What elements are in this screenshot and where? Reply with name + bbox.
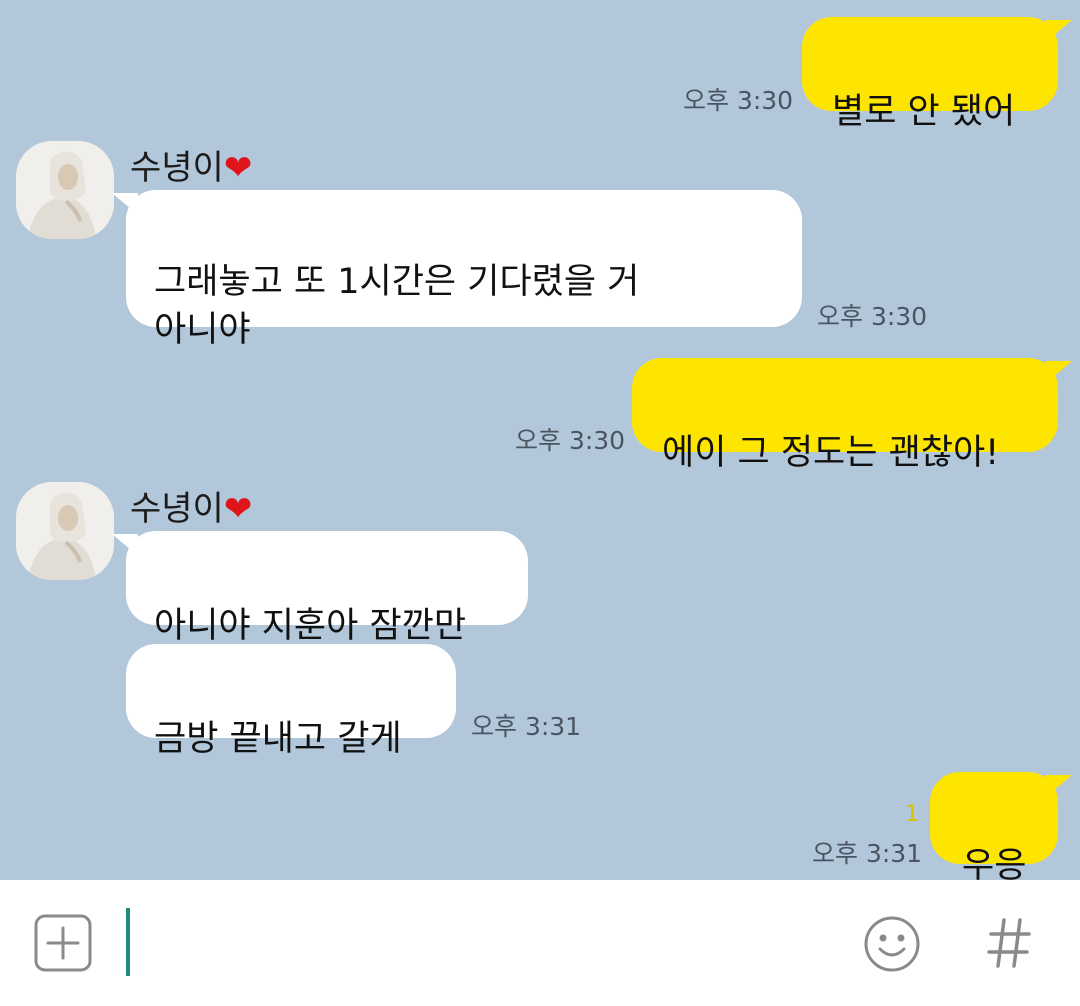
message-time: 오후 3:30 [683,86,794,115]
emoji-button[interactable] [862,914,922,974]
heart-icon: ❤ [223,148,253,188]
message-text: 금방 끝내고 갈게 [154,719,402,759]
their-message-bubble[interactable]: 금방 끝내고 갈게 [126,644,456,759]
their-message-bubble[interactable]: 아니야 지훈아 잠깐만 [126,531,528,646]
my-message-bubble[interactable]: 에이 그 정도는 괜찮아! [632,358,1058,473]
plus-square-icon [34,914,92,972]
smiley-icon [864,916,920,972]
their-message-bubble[interactable]: 그래놓고 또 1시간은 기다렸을 거 아니야 [126,190,802,350]
bubble-tail [1046,20,1072,42]
message-time: 오후 3:30 [515,426,626,455]
message-time: 오후 3:31 [471,712,582,741]
unread-count: 1 [905,802,919,827]
avatar[interactable] [16,141,114,239]
message-text: 에이 그 정도는 괜찮아! [662,433,1000,473]
message-text: 별로 안 됐어 [832,92,1016,132]
bubble-tail [1046,775,1072,797]
sender-name: 수녕이❤ [130,140,252,189]
message-input-bar [0,880,1080,1006]
message-text: 그래놓고 또 1시간은 기다렸을 거 아니야 [154,262,640,350]
sender-name-text: 수녕이 [130,489,224,529]
sender-name-text: 수녕이 [130,148,224,188]
my-message-bubble[interactable]: 우응 [930,772,1058,886]
bubble-tail [1046,361,1072,383]
message-time: 오후 3:30 [817,302,928,331]
message-time: 오후 3:31 [812,839,923,868]
text-cursor [126,908,130,976]
avatar[interactable] [16,482,114,580]
my-message-bubble[interactable]: 별로 안 됐어 [802,17,1058,132]
message-input[interactable] [120,900,840,986]
chat-area[interactable]: 별로 안 됐어 오후 3:30 수녕이❤ 그래놓고 또 1시간은 기다렸을 거 … [0,0,1080,886]
message-text: 아니야 지훈아 잠깐만 [154,606,467,646]
sender-name: 수녕이❤ [130,481,252,530]
profile-photo-icon [16,141,114,239]
add-button[interactable] [34,914,92,972]
heart-icon: ❤ [223,489,253,529]
hash-button[interactable] [986,916,1032,970]
bubble-tail [112,534,138,556]
hash-icon [987,918,1031,968]
bubble-tail [112,193,138,215]
profile-photo-icon [16,482,114,580]
